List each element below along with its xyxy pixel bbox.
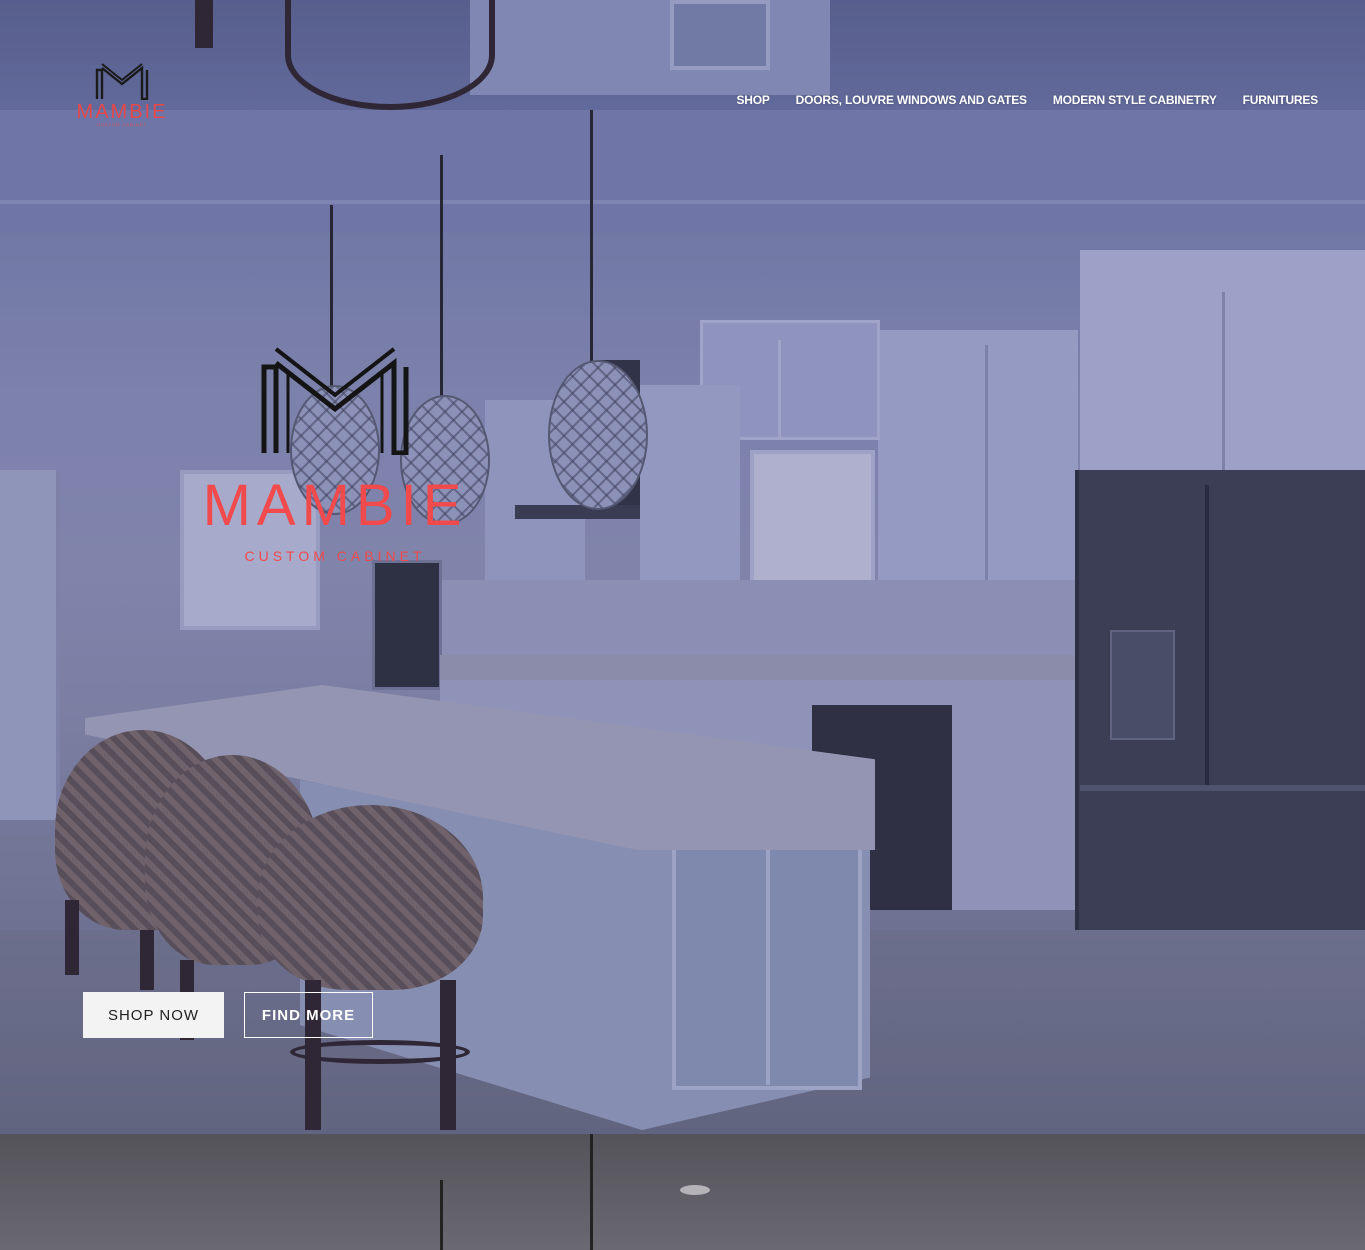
shop-now-button[interactable]: SHOP NOW <box>83 992 224 1038</box>
next-slide-image <box>0 1134 1365 1250</box>
m-monogram-logo-icon <box>261 347 409 455</box>
site-header: MAMBIE CUSTOM CABINET SHOP DOORS, LOUVRE… <box>0 0 1365 200</box>
nav-item-shop[interactable]: SHOP <box>736 93 769 107</box>
nav-item-doors-louvre-windows-gates[interactable]: DOORS, LOUVRE WINDOWS AND GATES <box>796 93 1027 107</box>
hero-brand-name: MAMBIE <box>202 473 468 538</box>
nav-item-modern-style-cabinetry[interactable]: MODERN STYLE CABINETRY <box>1053 93 1217 107</box>
header-logo[interactable]: MAMBIE CUSTOM CABINET <box>72 62 172 142</box>
hero-logo: MAMBIE CUSTOM CABINET <box>195 345 475 570</box>
m-monogram-logo-icon <box>95 63 149 100</box>
find-more-button[interactable]: FIND MORE <box>244 992 373 1038</box>
main-nav: SHOP DOORS, LOUVRE WINDOWS AND GATES MOD… <box>736 93 1318 107</box>
nav-item-furnitures[interactable]: FURNITURES <box>1243 93 1319 107</box>
header-logo-text: MAMBIE <box>76 101 168 123</box>
hero-brand-tagline: CUSTOM CABINET <box>244 548 426 564</box>
